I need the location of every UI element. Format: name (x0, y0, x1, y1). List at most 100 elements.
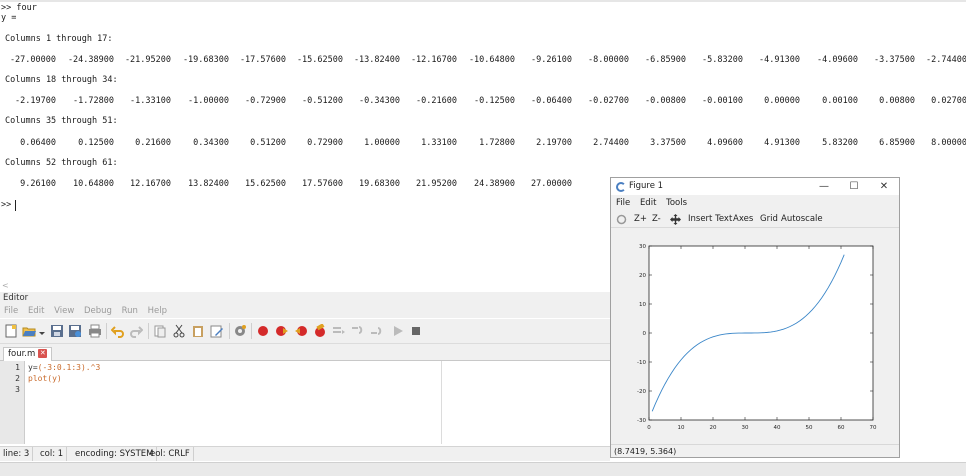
line-number-gutter: 1 2 3 (0, 361, 25, 444)
value-cell: -8.00000 (588, 55, 629, 65)
figure-menu-edit[interactable]: Edit (640, 198, 656, 208)
figure-window[interactable]: Figure 1 — ☐ ✕ File Edit Tools Z+ Z- Ins… (610, 177, 900, 458)
value-cell: 0.00000 (764, 96, 800, 106)
x-tick-label: 10 (678, 425, 685, 431)
cut-icon[interactable] (172, 324, 186, 338)
x-tick-label: 20 (710, 425, 717, 431)
pan-icon[interactable] (670, 214, 681, 225)
value-cell: -19.68300 (182, 55, 229, 65)
redo-icon[interactable] (129, 324, 143, 338)
rotate-icon[interactable] (616, 214, 627, 225)
previous-breakpoint-icon[interactable] (294, 324, 308, 338)
x-tick-label: 40 (774, 425, 781, 431)
figure-title-bar[interactable]: Figure 1 — ☐ ✕ (611, 178, 899, 195)
value-cell: 0.12500 (78, 138, 114, 148)
value-cell: -0.72900 (245, 96, 286, 106)
editor-menu-debug[interactable]: Debug (84, 306, 112, 316)
value-cell: -0.00800 (645, 96, 686, 106)
x-tick-label: 60 (838, 425, 845, 431)
continue-icon[interactable] (391, 324, 405, 338)
value-cell: -24.38900 (67, 55, 114, 65)
code-editor[interactable]: 1 2 3 y=(-3:0.1:3).^3 plot(y) (0, 361, 610, 444)
code-token: plot(y) (28, 374, 62, 383)
clear-breakpoints-icon[interactable] (313, 324, 327, 338)
close-tab-icon[interactable]: ✕ (38, 349, 48, 358)
figure-toolbar: Z+ Z- Insert Text Axes Grid Autoscale (611, 211, 899, 228)
y-tick-label: 20 (639, 273, 646, 279)
y-tick-label: 30 (639, 244, 646, 250)
window-bottom-strip (0, 462, 966, 476)
insert-text-button[interactable]: Insert Text (688, 211, 732, 228)
tab-four-m[interactable]: four.m ✕ (3, 347, 53, 361)
command-echo: >> four (1, 3, 37, 13)
value-cell: -12.16700 (410, 55, 457, 65)
editor-menu-view[interactable]: View (54, 306, 74, 316)
value-cell: -0.06400 (531, 96, 572, 106)
columns-header-4: Columns 52 through 61: (5, 158, 118, 168)
step-in-icon[interactable] (351, 324, 365, 338)
value-cell: -0.34300 (359, 96, 400, 106)
value-cell: 4.09600 (707, 138, 743, 148)
value-cell: -9.26100 (531, 55, 572, 65)
value-cell: 2.74400 (593, 138, 629, 148)
status-col: col: 1 (37, 447, 68, 461)
open-file-icon[interactable] (22, 324, 36, 338)
value-cell: -0.12500 (474, 96, 515, 106)
value-cell: 9.26100 (20, 179, 56, 189)
undo-icon[interactable] (111, 324, 125, 338)
cursor-coordinates: (8.7419, 5.364) (611, 444, 899, 458)
value-cell: 27.00000 (531, 179, 572, 189)
value-cell: 1.00000 (364, 138, 400, 148)
scroll-left-icon[interactable]: < (2, 281, 9, 290)
line-chart[interactable]: 0 10 20 30 40 50 60 70 -30 -20 -10 0 10 20 30 (611, 229, 899, 443)
value-cell: 8.00000 (931, 138, 966, 148)
toolbar-separator (148, 323, 149, 339)
stop-icon[interactable] (409, 324, 423, 338)
x-tick-label: 70 (870, 425, 877, 431)
settings-gear-icon[interactable] (233, 324, 247, 338)
save-as-icon[interactable] (68, 324, 82, 338)
editor-menubar: File Edit View Debug Run Help (0, 305, 610, 318)
step-out-icon[interactable] (370, 324, 384, 338)
value-cell: -1.00000 (188, 96, 229, 106)
paste-icon[interactable] (191, 324, 205, 338)
new-file-icon[interactable] (4, 324, 18, 338)
open-dropdown-icon[interactable] (38, 324, 46, 338)
value-cell: 0.34300 (193, 138, 229, 148)
octave-logo-icon (616, 182, 626, 192)
code-line[interactable]: y=(-3:0.1:3).^3 (28, 363, 100, 372)
x-tick-label: 30 (742, 425, 749, 431)
columns-header-3: Columns 35 through 51: (5, 116, 118, 126)
editor-menu-help[interactable]: Help (148, 306, 167, 316)
code-line[interactable]: plot(y) (28, 374, 62, 383)
print-icon[interactable] (88, 324, 102, 338)
right-margin-guide (441, 361, 442, 444)
edit-icon[interactable] (210, 324, 224, 338)
editor-menu-edit[interactable]: Edit (28, 306, 44, 316)
value-cell: -4.09600 (817, 55, 858, 65)
value-cell: -5.83200 (702, 55, 743, 65)
breakpoint-icon[interactable] (256, 324, 270, 338)
command-prompt[interactable]: >> (1, 200, 11, 210)
value-cell: -0.02700 (588, 96, 629, 106)
zoom-out-button[interactable]: Z- (652, 211, 661, 228)
figure-menu-tools[interactable]: Tools (666, 198, 687, 208)
next-breakpoint-icon[interactable] (275, 324, 289, 338)
close-icon[interactable]: ✕ (870, 179, 898, 194)
value-cell: -2.19700 (15, 96, 56, 106)
copy-icon[interactable] (153, 324, 167, 338)
editor-menu-file[interactable]: File (4, 306, 18, 316)
axes-button[interactable]: Axes (733, 211, 753, 228)
save-icon[interactable] (50, 324, 64, 338)
zoom-in-button[interactable]: Z+ (634, 211, 647, 228)
step-icon[interactable] (332, 324, 346, 338)
minimize-icon[interactable]: — (810, 179, 838, 194)
maximize-icon[interactable]: ☐ (840, 179, 868, 194)
grid-button[interactable]: Grid (760, 211, 778, 228)
figure-menu-file[interactable]: File (616, 198, 630, 208)
editor-menu-run[interactable]: Run (122, 306, 138, 316)
plot-canvas[interactable]: 0 10 20 30 40 50 60 70 -30 -20 -10 0 10 20 30 (611, 229, 899, 443)
value-cell: -3.37500 (874, 55, 915, 65)
value-cell: 5.83200 (822, 138, 858, 148)
autoscale-button[interactable]: Autoscale (781, 211, 823, 228)
